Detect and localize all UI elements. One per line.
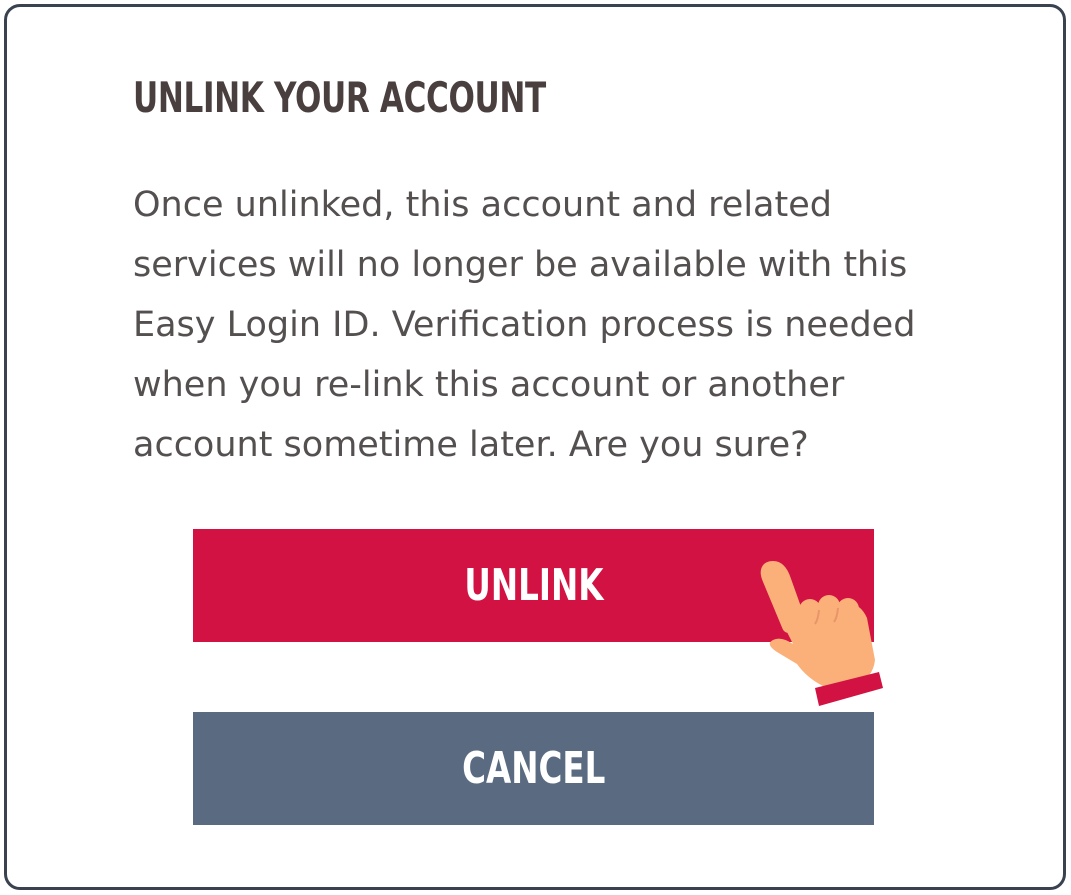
message-line: Easy Login ID. Verification process is n… bbox=[133, 305, 916, 345]
cancel-button-label: CANCEL bbox=[461, 743, 606, 794]
message-line: services will no longer be available wit… bbox=[133, 245, 908, 285]
message-line: Once unlinked, this account and related bbox=[133, 185, 832, 225]
message-line: when you re-link this account or another bbox=[133, 365, 845, 405]
cancel-button[interactable]: CANCEL bbox=[193, 712, 874, 825]
message-line: account sometime later. Are you sure? bbox=[133, 425, 809, 465]
unlink-button-label: UNLINK bbox=[463, 560, 604, 611]
dialog-message: Once unlinked, this account and related … bbox=[133, 175, 953, 475]
dialog-title: UNLINK YOUR ACCOUNT bbox=[133, 73, 546, 122]
unlink-button[interactable]: UNLINK bbox=[193, 529, 874, 642]
